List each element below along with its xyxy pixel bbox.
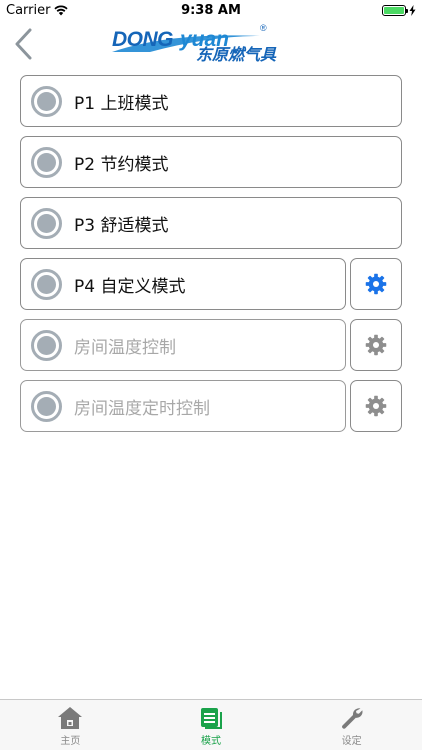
- navigation-bar: DONG yuan ® 东原燃气具: [0, 22, 422, 68]
- mode-label: 房间温度控制: [74, 337, 176, 358]
- back-chevron-icon[interactable]: [10, 26, 38, 62]
- mode-label: P4 自定义模式: [74, 276, 186, 297]
- mode-row: 房间温度控制: [20, 319, 402, 371]
- mode-label: P3 舒适模式: [74, 215, 169, 236]
- tab-mode[interactable]: 模式: [141, 700, 282, 750]
- charging-bolt-icon: [409, 5, 416, 16]
- mode-label: P1 上班模式: [74, 93, 169, 114]
- radio-button[interactable]: [31, 329, 62, 361]
- mode-row: P1 上班模式: [20, 75, 402, 127]
- status-bar: Carrier 9:38 AM: [0, 0, 422, 22]
- mode-row: P2 节约模式: [20, 136, 402, 188]
- mode-option[interactable]: 房间温度控制: [20, 319, 346, 371]
- svg-text:®: ®: [260, 23, 267, 33]
- mode-settings-button[interactable]: [350, 380, 402, 432]
- radio-dot: [37, 152, 56, 172]
- radio-button[interactable]: [31, 390, 62, 422]
- tab-home-label: 主页: [60, 736, 81, 747]
- tab-home[interactable]: 主页: [0, 700, 141, 750]
- radio-dot: [37, 335, 56, 355]
- battery-indicator: [382, 5, 416, 16]
- tab-bar: 主页 模式 设定: [0, 699, 422, 750]
- wrench-icon: [341, 708, 363, 729]
- radio-button[interactable]: [31, 85, 62, 117]
- mode-label: 房间温度定时控制: [74, 398, 210, 419]
- tab-mode-label: 模式: [201, 736, 221, 747]
- mode-option[interactable]: P3 舒适模式: [20, 197, 402, 249]
- gear-icon: [365, 273, 387, 295]
- tab-settings[interactable]: 设定: [281, 700, 422, 750]
- battery-fill: [384, 7, 404, 14]
- mode-label: P2 节约模式: [74, 154, 169, 175]
- mode-row: P3 舒适模式: [20, 197, 402, 249]
- dongyuan-logo: DONG yuan ® 东原燃气具: [112, 23, 277, 64]
- mode-option[interactable]: P4 自定义模式: [20, 258, 346, 310]
- home-icon: [58, 707, 83, 729]
- radio-dot: [37, 91, 56, 111]
- mode-list-icon: [201, 708, 222, 729]
- battery-icon: [382, 5, 408, 16]
- clock: 9:38 AM: [181, 3, 241, 18]
- mode-settings-button[interactable]: [350, 319, 402, 371]
- mode-row: P4 自定义模式: [20, 258, 402, 310]
- radio-button[interactable]: [31, 207, 62, 239]
- radio-dot: [37, 274, 56, 294]
- gear-icon: [365, 395, 387, 417]
- tab-settings-label: 设定: [341, 736, 362, 747]
- mode-row: 房间温度定时控制: [20, 380, 402, 432]
- svg-text:东原燃气具: 东原燃气具: [196, 45, 277, 64]
- mode-option[interactable]: P1 上班模式: [20, 75, 402, 127]
- gear-icon: [365, 334, 387, 356]
- mode-option[interactable]: 房间温度定时控制: [20, 380, 346, 432]
- mode-settings-button[interactable]: [350, 258, 402, 310]
- radio-button[interactable]: [31, 146, 62, 178]
- radio-dot: [37, 213, 56, 233]
- radio-dot: [37, 396, 56, 416]
- mode-list: P1 上班模式 P2 节约模式 P3 舒适模式 P4 自定义模式 房间温度控制房间温度定…: [20, 75, 402, 441]
- radio-button[interactable]: [31, 268, 62, 300]
- svg-text:DONG: DONG: [112, 28, 173, 51]
- mode-option[interactable]: P2 节约模式: [20, 136, 402, 188]
